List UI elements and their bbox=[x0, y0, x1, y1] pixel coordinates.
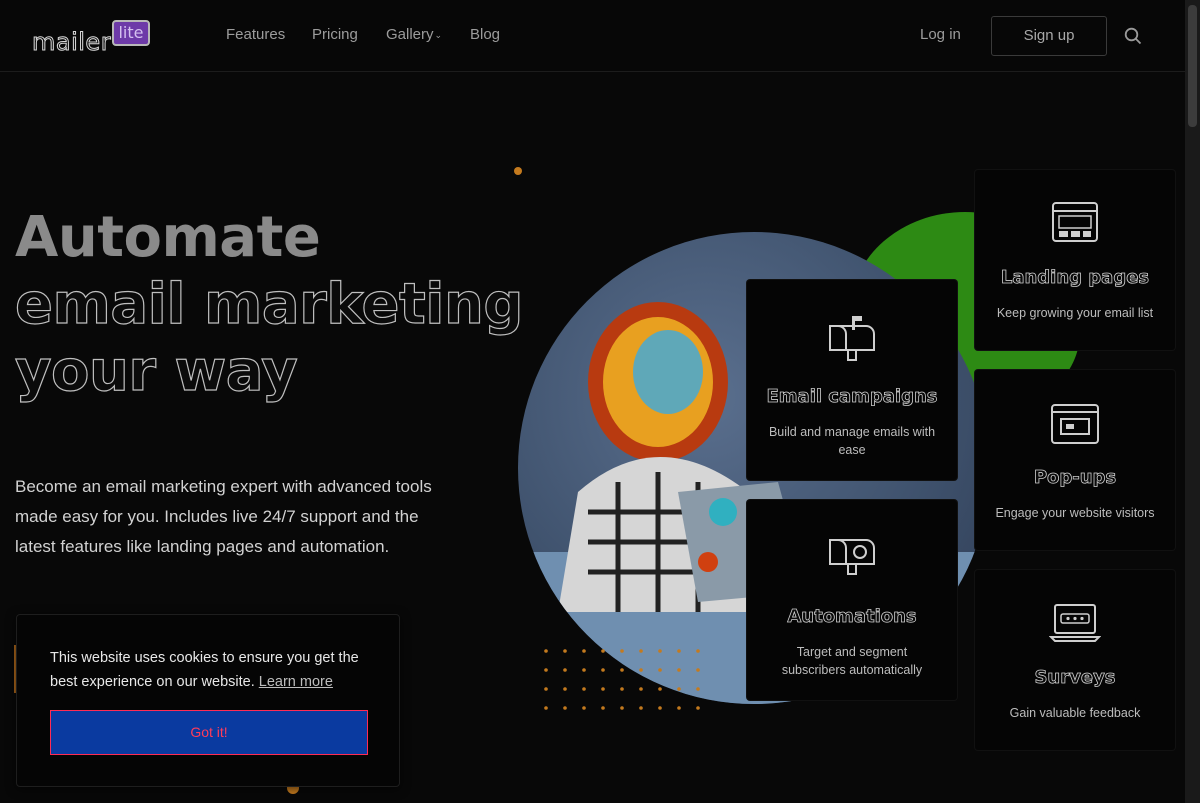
automation-mailbox-icon bbox=[829, 539, 875, 575]
nav-features-label: Features bbox=[226, 26, 286, 43]
page-scrollbar[interactable] bbox=[1185, 0, 1200, 803]
card-email-campaigns-desc: Build and manage emails with ease bbox=[768, 425, 936, 457]
card-email-campaigns-title: Email campaigns bbox=[766, 386, 938, 408]
learn-more-link[interactable]: Learn more bbox=[259, 674, 333, 690]
nav-pricing[interactable]: Pricing bbox=[312, 26, 358, 43]
mailbox-icon bbox=[829, 316, 875, 361]
search-icon[interactable] bbox=[1124, 27, 1142, 45]
nav-gallery-label: Gallery bbox=[386, 26, 434, 43]
chevron-down-icon: ⌄ bbox=[434, 29, 443, 40]
card-automations-title: Automations bbox=[787, 606, 917, 628]
signup-button[interactable]: Sign up bbox=[991, 16, 1107, 56]
nav-gallery[interactable]: Gallery⌄ bbox=[386, 26, 442, 43]
card-email-campaigns[interactable]: Email campaigns Build and manage emails … bbox=[747, 280, 957, 480]
card-landing-pages-desc: Keep growing your email list bbox=[996, 306, 1154, 320]
decor-dot bbox=[514, 167, 522, 175]
hero-title-line3: your way bbox=[14, 338, 298, 404]
card-landing-pages[interactable]: Landing pages Keep growing your email li… bbox=[975, 170, 1175, 350]
card-surveys-title: Surveys bbox=[1034, 667, 1116, 689]
landing-page-icon bbox=[1052, 202, 1098, 242]
nav-features[interactable]: Features bbox=[226, 26, 285, 43]
site-header: mailer lite Features Pricing Gallery⌄ Bl… bbox=[0, 0, 1185, 72]
card-pop-ups-desc: Engage your website visitors bbox=[995, 506, 1155, 520]
hero-subtitle: Become an email marketing expert with ad… bbox=[15, 477, 432, 556]
survey-laptop-icon bbox=[1049, 604, 1101, 642]
card-pop-ups-title: Pop-ups bbox=[1033, 467, 1117, 489]
card-pop-ups[interactable]: Pop-ups Engage your website visitors bbox=[975, 370, 1175, 550]
mailerlite-logo[interactable]: mailer lite bbox=[30, 18, 155, 58]
hero-title-line2: email marketing bbox=[14, 271, 524, 337]
card-surveys[interactable]: Surveys Gain valuable feedback bbox=[975, 570, 1175, 750]
card-surveys-desc: Gain valuable feedback bbox=[1009, 706, 1141, 720]
login-link[interactable]: Log in bbox=[920, 26, 961, 43]
card-landing-pages-title: Landing pages bbox=[1000, 267, 1150, 289]
cookie-accept-button[interactable]: Got it! bbox=[50, 710, 368, 755]
logo-wordmark: mailer bbox=[31, 28, 112, 57]
logo-badge-text: lite bbox=[118, 23, 144, 42]
popup-window-icon bbox=[1051, 404, 1099, 444]
hero-title-line1: Automate bbox=[15, 205, 321, 270]
scrollbar-thumb[interactable] bbox=[1188, 5, 1197, 127]
cookie-banner: This website uses cookies to ensure you … bbox=[16, 614, 400, 787]
card-automations[interactable]: Automations Target and segment subscribe… bbox=[747, 500, 957, 700]
cookie-message: This website uses cookies to ensure you … bbox=[50, 646, 370, 694]
nav-pricing-label: Pricing bbox=[312, 26, 358, 43]
nav-blog[interactable]: Blog bbox=[470, 26, 500, 43]
nav-blog-label: Blog bbox=[470, 26, 501, 43]
logo-badge: lite bbox=[112, 20, 150, 46]
decor-dot-grid bbox=[544, 649, 700, 710]
card-automations-desc: Target and segment subscribers automatic… bbox=[781, 645, 923, 677]
